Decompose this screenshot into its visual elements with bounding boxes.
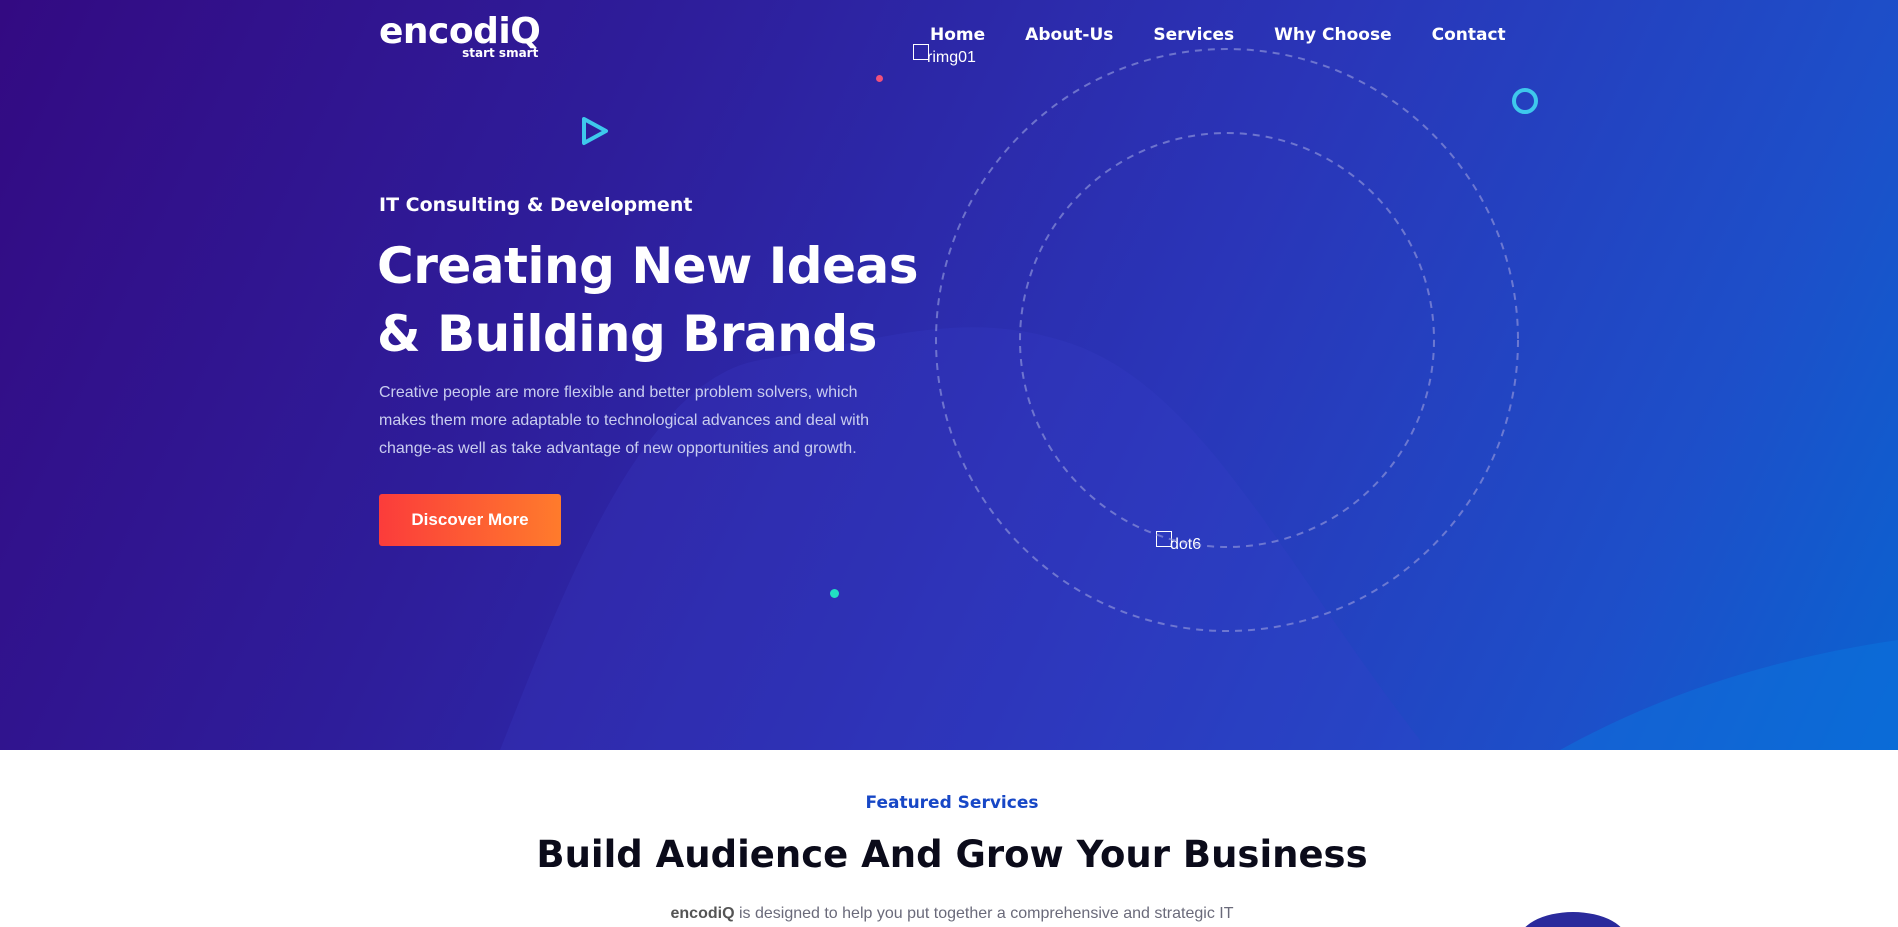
nav-home[interactable]: Home xyxy=(930,24,985,46)
hero-section: encodiQ start smart Home About-Us Servic… xyxy=(0,0,1898,750)
services-intro: encodiQ is designed to help you put toge… xyxy=(0,905,1898,923)
main-nav: Home About-Us Services Why Choose Contac… xyxy=(930,24,1546,46)
teal-dot xyxy=(830,589,839,598)
play-triangle-icon xyxy=(582,117,608,145)
dashed-rings-decoration xyxy=(935,48,1519,632)
discover-more-button[interactable]: Discover More xyxy=(379,494,561,546)
services-eyebrow: Featured Services xyxy=(865,793,1039,813)
services-intro-text: is designed to help you put together a c… xyxy=(734,905,1234,922)
brand-logo[interactable]: encodiQ start smart xyxy=(379,12,541,61)
nav-services[interactable]: Services xyxy=(1153,24,1234,46)
hero-eyebrow: IT Consulting & Development xyxy=(379,194,693,216)
hero-headline-line2: & Building Brands xyxy=(377,305,877,363)
pink-dot xyxy=(876,75,883,82)
hero-lead-text: Creative people are more flexible and be… xyxy=(379,384,870,457)
hero-headline-line1: Creating New Ideas xyxy=(377,237,919,295)
hero-headline: Creating New Ideas & Building Brands xyxy=(377,232,937,368)
nav-about-us[interactable]: About-Us xyxy=(1025,24,1113,46)
services-title: Build Audience And Grow Your Business xyxy=(536,833,1368,876)
nav-why-choose[interactable]: Why Choose xyxy=(1274,24,1391,46)
nav-contact[interactable]: Contact xyxy=(1432,24,1506,46)
services-intro-brand: encodiQ xyxy=(670,905,735,922)
